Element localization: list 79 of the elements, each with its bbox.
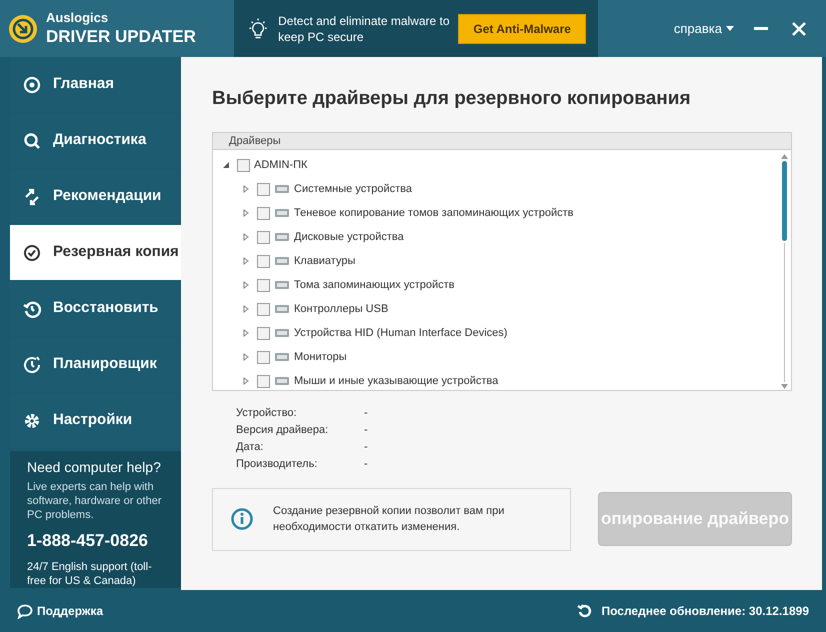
checkbox[interactable]	[257, 350, 270, 364]
support-link[interactable]: Поддержка	[17, 602, 104, 620]
clock-check-icon	[23, 244, 41, 262]
target-icon	[23, 76, 41, 94]
checkbox[interactable]	[257, 206, 270, 220]
logo-icon	[8, 14, 38, 44]
detail-value: -	[364, 456, 369, 472]
tree-item-label[interactable]: Дисковые устройства	[294, 228, 404, 246]
product-name: DRIVER UPDATER	[46, 26, 196, 48]
detail-label: Версия драйвера:	[236, 422, 330, 438]
tree-item-label[interactable]: Устройства HID (Human Interface Devices)	[294, 324, 508, 342]
checkbox[interactable]	[237, 158, 250, 172]
checkbox[interactable]	[257, 326, 270, 340]
expand-arrow-icon	[242, 185, 250, 193]
tree-item-label[interactable]: Мониторы	[294, 348, 347, 366]
detail-label: Дата:	[236, 440, 264, 454]
device-icon	[274, 182, 290, 196]
settings-icon	[23, 412, 41, 430]
caret-icon	[726, 26, 734, 31]
checkbox[interactable]	[257, 302, 270, 316]
restore-icon	[23, 300, 41, 318]
detail-label: Устройство:	[236, 406, 298, 420]
expand-arrow-icon	[242, 329, 250, 337]
get-anti-malware-button[interactable]: Get Anti-Malware	[458, 14, 586, 44]
device-icon	[274, 254, 290, 268]
info-icon	[231, 508, 253, 530]
scroll-up-icon	[780, 154, 788, 159]
expand-arrow-icon	[242, 353, 250, 361]
last-update-text: Последнее обновление: 30.12.1899	[601, 603, 809, 620]
tree-item-label[interactable]: Контроллеры USB	[294, 300, 388, 318]
info-text: Создание резервной копии позволит вам при необходимости откатить изменения.	[273, 504, 506, 535]
detail-value: -	[364, 422, 369, 438]
tree-item-label[interactable]: Мыши и иные указывающие устройства	[294, 372, 498, 390]
help-text: Live experts can help with software, hardware or other PC problems.	[27, 480, 163, 522]
promo-text: Detect and eliminate malware to keep PC secure	[278, 12, 450, 44]
detail-value: -	[364, 406, 369, 420]
tree-item-label[interactable]: Клавиатуры	[294, 252, 356, 270]
tree-item-label[interactable]: Теневое копирование томов запоминающих устройств	[294, 204, 574, 222]
checkbox[interactable]	[257, 278, 270, 292]
device-icon	[274, 278, 290, 292]
tree-item-label[interactable]: Тома запоминающих устройств	[294, 276, 455, 294]
device-icon	[274, 326, 290, 340]
expand-arrow-icon	[242, 305, 250, 313]
sidebar-item[interactable]: Резервная копия	[10, 225, 182, 280]
detail-label: Производитель:	[236, 456, 318, 472]
speech-bubble-icon	[17, 604, 33, 618]
device-icon	[274, 350, 290, 364]
help-title: Need computer help?	[27, 458, 162, 477]
device-icon	[274, 302, 290, 316]
device-icon	[274, 230, 290, 244]
expand-arrow-icon	[242, 209, 250, 217]
detail-value: -	[364, 440, 369, 454]
scroll-thumb[interactable]	[782, 161, 786, 241]
collapse-arrow-icon	[222, 161, 230, 169]
support-note: 24/7 English support (toll-free for US & Canada)	[27, 560, 153, 588]
minimize-icon	[754, 27, 768, 30]
search-icon	[23, 132, 41, 150]
expand-arrow-icon	[242, 233, 250, 241]
close-icon	[792, 22, 806, 36]
arrows-icon	[23, 188, 41, 206]
device-icon	[274, 206, 290, 220]
page-title: Выберите драйверы для резервного копирования	[212, 87, 692, 111]
tree-item-label[interactable]: ADMIN-ПК	[254, 156, 308, 174]
scroll-down-icon	[780, 384, 788, 389]
phone-number: 1-888-457-0826	[27, 530, 149, 552]
checkbox[interactable]	[257, 230, 270, 244]
checkbox[interactable]	[257, 374, 270, 388]
help-menu[interactable]: справка	[674, 18, 734, 38]
expand-arrow-icon	[242, 377, 250, 385]
tree-item-label[interactable]: Системные устройства	[294, 180, 412, 198]
checkbox[interactable]	[257, 254, 270, 268]
expand-arrow-icon	[242, 281, 250, 289]
brand-name: Auslogics	[46, 10, 110, 26]
checkbox[interactable]	[257, 182, 270, 196]
expand-arrow-icon	[242, 257, 250, 265]
refresh-icon	[577, 603, 594, 619]
device-icon	[274, 374, 290, 388]
column-header: Драйверы	[229, 134, 281, 148]
schedule-icon	[23, 356, 41, 374]
